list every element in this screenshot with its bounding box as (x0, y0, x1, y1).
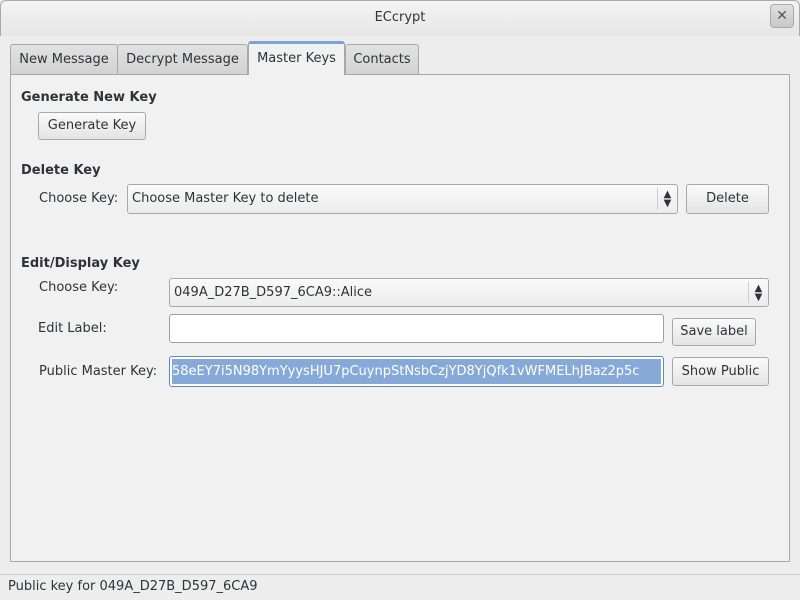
updown-icon: ▲ ▼ (657, 188, 677, 210)
edit-heading: Edit/Display Key (21, 256, 140, 271)
tab-master-keys[interactable]: Master Keys (248, 41, 345, 75)
updown-icon: ▲ ▼ (748, 282, 768, 303)
delete-key-combo[interactable]: Choose Master Key to delete ▲ ▼ (127, 184, 678, 214)
edit-key-value: 049A_D27B_D597_6CA9::Alice (174, 285, 373, 300)
save-label-button[interactable]: Save label (672, 318, 756, 346)
status-bar: Public key for 049A_D27B_D597_6CA9 (0, 574, 800, 600)
close-button[interactable]: ✕ (770, 4, 794, 28)
delete-button[interactable]: Delete (686, 184, 769, 214)
public-key-input[interactable]: 58eEY7i5N98YmYyysHJU7pCuynpStNsbCzjYD8Yj… (169, 356, 664, 387)
close-icon: ✕ (776, 8, 788, 24)
public-key-label: Public Master Key: (39, 364, 158, 379)
edit-key-combo[interactable]: 049A_D27B_D597_6CA9::Alice ▲ ▼ (169, 278, 769, 307)
delete-key-value: Choose Master Key to delete (132, 191, 319, 206)
generate-heading: Generate New Key (21, 90, 157, 105)
tab-decrypt-message[interactable]: Decrypt Message (117, 44, 248, 74)
edit-choose-label: Choose Key: (39, 280, 119, 295)
tab-new-message[interactable]: New Message (10, 44, 118, 74)
window-title: ECcrypt (374, 10, 426, 25)
tab-contacts[interactable]: Contacts (345, 44, 419, 74)
public-key-value: 58eEY7i5N98YmYyysHJU7pCuynpStNsbCzjYD8Yj… (172, 359, 661, 384)
edit-label-label: Edit Label: (38, 321, 107, 336)
title-bar: ECcrypt (0, 0, 800, 36)
delete-choose-label: Choose Key: (39, 191, 119, 206)
status-text: Public key for 049A_D27B_D597_6CA9 (8, 579, 258, 594)
edit-label-input[interactable] (169, 314, 664, 343)
show-public-button[interactable]: Show Public (672, 357, 769, 386)
generate-key-button[interactable]: Generate Key (38, 112, 146, 140)
delete-heading: Delete Key (21, 163, 101, 178)
